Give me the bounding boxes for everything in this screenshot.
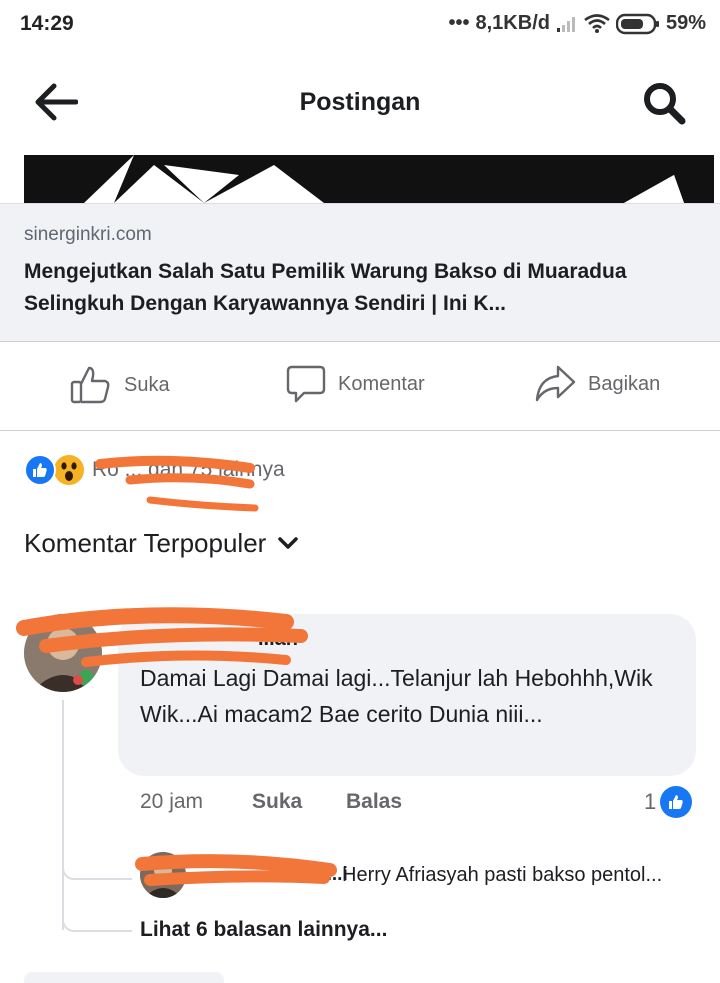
wow-reaction-icon: [52, 453, 86, 487]
post-actions-bar: Suka Komentar Bagikan: [0, 341, 720, 431]
comment-timestamp: 20 jam: [140, 790, 204, 813]
sort-label: Komentar Terpopuler: [24, 528, 267, 558]
page-title: Postingan: [299, 88, 421, 116]
link-preview-image[interactable]: [24, 155, 714, 203]
share-arrow-icon: [535, 365, 576, 402]
reply-avatar[interactable]: [140, 852, 186, 898]
comment-author[interactable]: ...ah: [258, 628, 298, 651]
preview-image-graphic: [24, 155, 714, 203]
status-time: 14:29: [20, 12, 74, 35]
thumbs-up-icon: [70, 366, 110, 404]
search-icon: [644, 83, 686, 125]
reaction-count-text: Ro ... dan 75 lainnya: [92, 458, 285, 481]
view-more-replies-link[interactable]: Lihat 6 balasan lainnya...: [140, 918, 387, 942]
like-reaction-icon: [24, 454, 56, 486]
comment-bubble[interactable]: ...ah Damai Lagi Damai lagi...Telanjur l…: [118, 614, 696, 776]
comment-reply-button[interactable]: Balas: [346, 790, 402, 814]
comment-text: Damai Lagi Damai lagi...Telanjur lah Heb…: [140, 665, 653, 727]
battery-level: 59%: [665, 12, 706, 34]
like-button[interactable]: Suka: [70, 364, 170, 406]
link-domain: sinerginkri.com: [24, 224, 152, 245]
battery-icon: [615, 13, 659, 34]
wifi-icon: [584, 13, 610, 33]
thread-branch-reply: [62, 862, 132, 880]
link-title: Mengejutkan Salah Satu Pemilik Warung Ba…: [24, 260, 627, 315]
reactions-summary[interactable]: Ro ... dan 75 lainnya: [24, 452, 285, 488]
next-comment-bubble: [24, 972, 224, 983]
status-bar: 14:29 ••• 8,1KB/d 59%: [0, 0, 720, 52]
like-label: Suka: [124, 373, 170, 396]
comment-sort-dropdown[interactable]: Komentar Terpopuler: [24, 528, 299, 559]
speech-bubble-icon: [286, 365, 326, 403]
network-speed: 8,1KB/d: [475, 12, 550, 34]
comment-button[interactable]: Komentar: [286, 364, 425, 404]
reply-author[interactable]: ...l Y...i: [290, 864, 348, 886]
dots-icon: •••: [448, 12, 470, 34]
search-button[interactable]: [638, 78, 690, 128]
comment-like-button[interactable]: Suka: [252, 790, 302, 814]
like-reaction-icon: [660, 786, 693, 818]
link-preview-card[interactable]: sinerginkri.com Mengejutkan Salah Satu P…: [0, 203, 720, 341]
reply-text[interactable]: Herry Afriasyah pasti bakso pentol...: [342, 864, 692, 887]
comment-label: Komentar: [338, 372, 425, 395]
signal-icon: [556, 16, 575, 32]
chevron-down-icon: [278, 536, 299, 549]
commenter-avatar[interactable]: [24, 614, 102, 692]
thread-branch-more: [62, 914, 132, 932]
status-indicators: ••• 8,1KB/d 59%: [448, 12, 706, 35]
share-label: Bagikan: [588, 372, 661, 395]
share-button[interactable]: Bagikan: [534, 364, 660, 404]
thread-line: [62, 700, 64, 930]
comment-like-count[interactable]: 1: [644, 786, 693, 818]
like-count-value: 1: [644, 789, 657, 814]
app-bar: Postingan: [0, 52, 720, 152]
